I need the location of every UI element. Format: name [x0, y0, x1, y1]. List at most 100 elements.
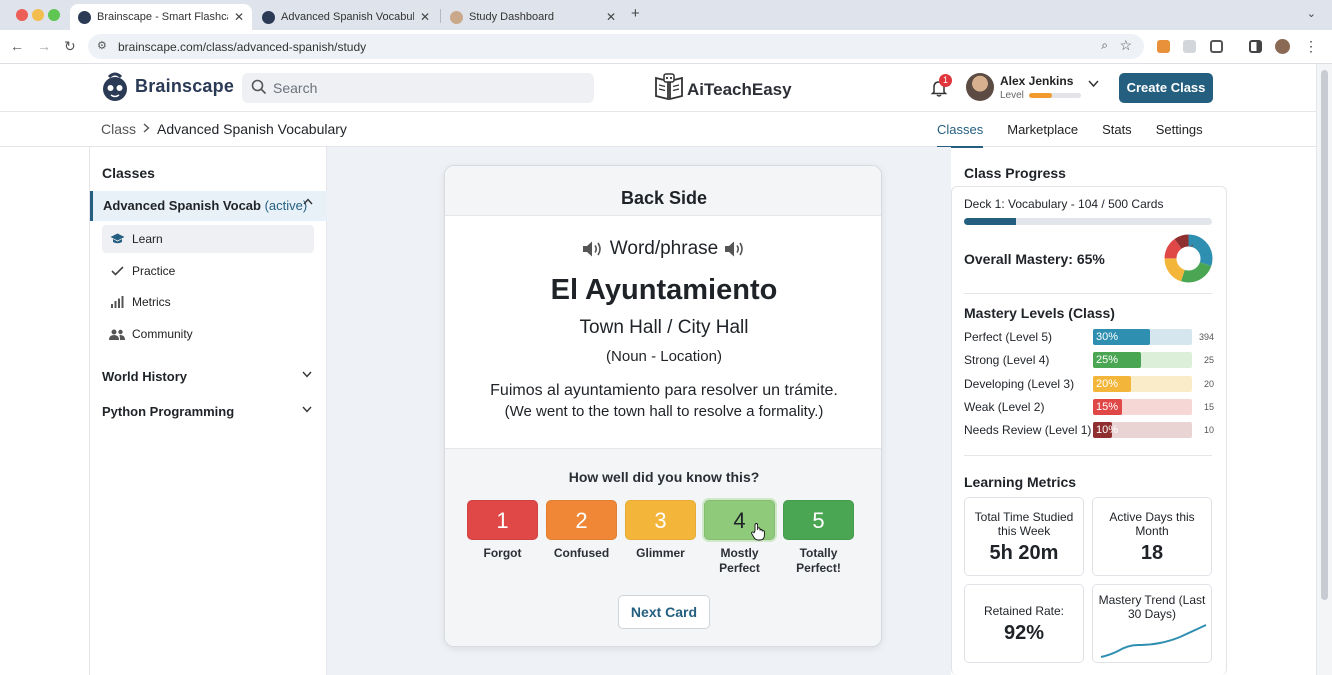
- site-settings-icon[interactable]: ⚙: [97, 39, 107, 52]
- mastery-percent: 10%: [1096, 424, 1119, 436]
- divider: [964, 455, 1212, 456]
- bookmark-star-icon[interactable]: ☆: [1119, 37, 1132, 54]
- new-tab-icon[interactable]: +: [631, 5, 640, 22]
- browser-menu-icon[interactable]: ⋮: [1304, 38, 1318, 55]
- create-class-button[interactable]: Create Class: [1119, 73, 1213, 103]
- nav-settings[interactable]: Settings: [1156, 112, 1203, 148]
- mastery-count: 10: [1203, 425, 1214, 435]
- sidebar-item-metrics[interactable]: Metrics: [102, 288, 314, 316]
- search-icon: [251, 79, 267, 100]
- sidebar-class-label: Advanced Spanish Vocab (active): [103, 198, 307, 213]
- sidebar-class-python[interactable]: Python Programming: [102, 404, 314, 419]
- overall-mastery: Overall Mastery: 65%: [964, 251, 1105, 267]
- mastery-count: 15: [1203, 402, 1214, 412]
- chevron-down-icon[interactable]: [302, 405, 312, 416]
- close-window-button[interactable]: [16, 9, 28, 21]
- mastery-bar-track: 25%: [1093, 352, 1192, 368]
- back-arrow-icon[interactable]: ←: [10, 38, 24, 54]
- card-translation: Town Hall / City Hall: [579, 317, 749, 338]
- active-class-state: (active): [264, 198, 308, 213]
- metric-label: Active Days this Month: [1109, 510, 1195, 538]
- mastery-count: 25: [1203, 355, 1214, 365]
- card-side-title: Back Side: [620, 188, 708, 208]
- mastery-level-label: Developing (Level 3): [964, 377, 1075, 391]
- card-example-spanish: Fuimos al ayuntamiento para resolver un …: [490, 382, 838, 399]
- close-tab-icon[interactable]: ✕: [420, 10, 430, 24]
- user-level-progress-bar: [1029, 93, 1081, 98]
- nav-stats[interactable]: Stats: [1102, 112, 1132, 148]
- sidebar-item-practice[interactable]: Practice: [102, 257, 314, 285]
- close-tab-icon[interactable]: ✕: [234, 10, 244, 24]
- user-menu-chevron-icon[interactable]: [1088, 79, 1099, 91]
- extensions-puzzle-icon[interactable]: [1210, 40, 1223, 53]
- browser-tab-spanish[interactable]: Advanced Spanish Vocabulary ✕: [254, 4, 438, 30]
- brand-name: Brainscape: [135, 75, 235, 96]
- zoom-icon[interactable]: ⌕: [1101, 38, 1108, 53]
- breadcrumb-root-link[interactable]: Class: [101, 121, 136, 137]
- app-header: Brainscape Search AiTeachEasy 1 Alex Jen…: [0, 65, 1316, 111]
- maximize-window-button[interactable]: [48, 9, 60, 21]
- brainscape-logo[interactable]: Brainscape: [101, 71, 234, 101]
- sidebar-class-world-history[interactable]: World History: [102, 369, 314, 384]
- reload-icon[interactable]: ↻: [64, 38, 76, 55]
- chevron-down-icon[interactable]: [302, 370, 312, 381]
- profile-avatar-icon[interactable]: [1275, 39, 1290, 54]
- graduation-cap-icon: [109, 233, 125, 245]
- sidebar-item-label: Learn: [132, 232, 163, 246]
- rating-3-label: Glimmer: [636, 546, 685, 560]
- user-avatar[interactable]: [966, 73, 994, 101]
- notifications-button[interactable]: 1: [930, 74, 952, 102]
- confidence-question: How well did you know this?: [568, 469, 760, 485]
- mastery-row: Perfect (Level 5) 30% 394: [964, 328, 1214, 346]
- sidebar-item-label: Practice: [132, 264, 176, 278]
- card-term: El Ayuntamiento: [550, 274, 778, 306]
- metric-label: Total Time Studied this Week: [974, 510, 1074, 538]
- close-tab-icon[interactable]: ✕: [606, 10, 616, 24]
- user-level-label: Level: [1000, 90, 1024, 101]
- search-input[interactable]: Search: [242, 73, 594, 103]
- browser-tab-brainscape[interactable]: Brainscape - Smart Flashcards ✕: [70, 4, 252, 30]
- tab-divider: [440, 9, 441, 23]
- mastery-level-label: Weak (Level 2): [964, 400, 1045, 414]
- forward-arrow-icon[interactable]: →: [37, 38, 51, 54]
- breadcrumb-current: Advanced Spanish Vocabulary: [157, 121, 347, 137]
- extension-icon[interactable]: [1183, 40, 1196, 53]
- sidebar-item-label: Community: [132, 327, 193, 341]
- speaker-icon[interactable]: [724, 240, 746, 258]
- url-text[interactable]: brainscape.com/class/advanced-spanish/st…: [118, 40, 366, 54]
- next-card-button[interactable]: Next Card: [618, 595, 710, 629]
- active-class-name: Advanced Spanish Vocab: [103, 198, 261, 213]
- metric-label: Retained Rate:: [983, 604, 1065, 618]
- card-part-of-speech: (Noun - Location): [606, 348, 722, 365]
- sidebar-item-community[interactable]: Community: [102, 320, 314, 348]
- rating-4-label: Mostly Perfect: [719, 546, 760, 575]
- minimize-window-button[interactable]: [32, 9, 44, 21]
- sidebar-item-learn[interactable]: Learn: [102, 225, 314, 253]
- metric-time-studied: Total Time Studied this Week 5h 20m: [964, 497, 1084, 576]
- side-panel-icon[interactable]: [1249, 40, 1262, 53]
- rating-2-button[interactable]: 2: [546, 500, 617, 540]
- learning-metrics-title: Learning Metrics: [964, 474, 1077, 490]
- nav-marketplace[interactable]: Marketplace: [1007, 112, 1078, 148]
- user-name[interactable]: Alex Jenkins: [1000, 74, 1073, 88]
- browser-tab-dashboard[interactable]: Study Dashboard ✕: [442, 4, 624, 30]
- breadcrumb-chevron-icon: [143, 122, 150, 136]
- nav-classes[interactable]: Classes: [937, 112, 984, 148]
- chevron-up-icon[interactable]: [303, 197, 313, 208]
- browser-tab-bar: Brainscape - Smart Flashcards ✕ Advanced…: [0, 0, 1332, 30]
- rating-1-button[interactable]: 1: [467, 500, 538, 540]
- url-field[interactable]: ⚙ brainscape.com/class/advanced-spanish/…: [88, 34, 1144, 59]
- rating-5-button[interactable]: 5: [783, 500, 854, 540]
- tab-search-chevron-icon[interactable]: ⌄: [1307, 7, 1316, 20]
- page-scrollbar[interactable]: [1316, 64, 1332, 675]
- speaker-icon[interactable]: [582, 240, 604, 258]
- rating-3-button[interactable]: 3: [625, 500, 696, 540]
- extension-icon[interactable]: [1157, 40, 1170, 53]
- sidebar-class-advanced-spanish[interactable]: Advanced Spanish Vocab (active): [90, 191, 327, 221]
- mastery-donut-chart: [1164, 234, 1213, 283]
- deck-progress-fill: [964, 218, 1016, 225]
- mastery-count: 20: [1203, 379, 1214, 389]
- sidebar-group-label: World History: [102, 369, 187, 384]
- bar-chart-icon: [109, 296, 125, 308]
- scrollbar-thumb[interactable]: [1321, 70, 1328, 600]
